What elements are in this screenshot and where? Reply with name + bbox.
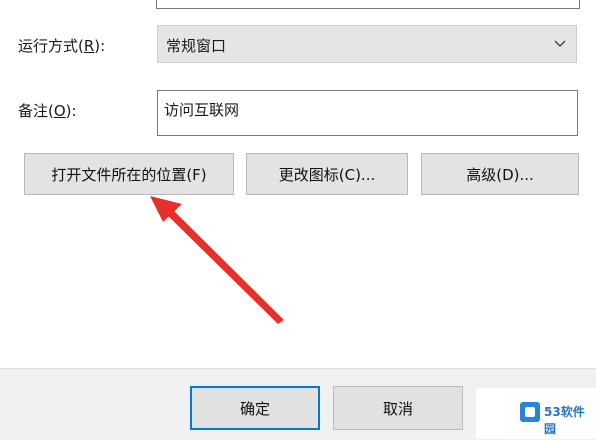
advanced-button[interactable]: 高级(D)... [421,153,579,195]
run-mode-value: 常规窗口 [166,37,227,55]
comment-field[interactable]: 访问互联网 [157,90,578,136]
watermark-text: 53软件园 [544,405,585,436]
run-mode-label: 运行方式(R): [18,37,106,55]
cancel-button[interactable]: 取消 [333,386,463,430]
previous-field[interactable] [156,0,580,9]
open-file-location-button[interactable]: 打开文件所在的位置(F) [24,153,234,195]
ok-button[interactable]: 确定 [190,386,320,430]
watermark: 53软件园 [476,388,596,439]
chevron-down-icon [554,40,566,47]
watermark-logo-icon [520,402,540,422]
comment-label: 备注(O): [18,102,77,120]
change-icon-button[interactable]: 更改图标(C)... [246,153,408,195]
run-mode-select[interactable]: 常规窗口 [157,25,577,63]
comment-value: 访问互联网 [164,101,240,119]
